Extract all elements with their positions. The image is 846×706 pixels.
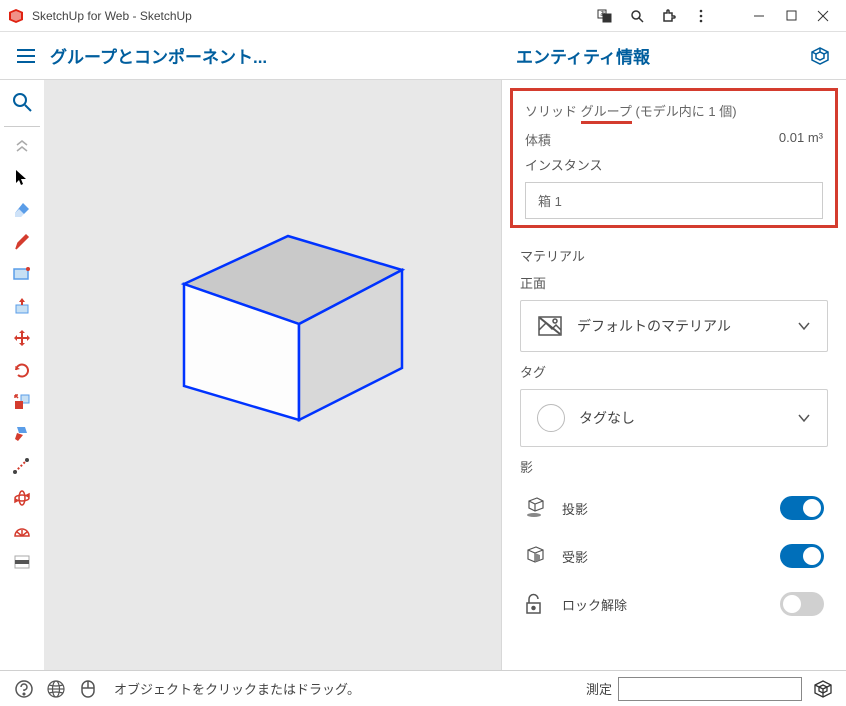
shadow-section-label: 影 <box>520 457 828 476</box>
panel-settings-icon[interactable] <box>808 44 832 68</box>
highlighted-info-box: ソリッド グループ (モデル内に 1 個) 体積 0.01 m³ インスタンス <box>510 88 838 228</box>
statusbar: オブジェクトをクリックまたはドラッグ。 測定 <box>0 670 846 706</box>
rectangle-tool[interactable] <box>6 259 38 289</box>
entity-type-line: ソリッド グループ (モデル内に 1 個) <box>525 101 823 124</box>
help-button[interactable] <box>10 675 38 703</box>
section-tool[interactable] <box>6 547 38 577</box>
orbit-tool[interactable] <box>6 483 38 513</box>
divider <box>4 126 40 127</box>
more-icon[interactable] <box>686 2 716 30</box>
sketchup-logo-icon <box>8 8 24 24</box>
tag-section-label: タグ <box>520 362 828 381</box>
zoom-icon[interactable] <box>622 2 652 30</box>
cast-shadow-icon <box>524 497 550 519</box>
menu-button[interactable] <box>12 42 40 70</box>
panel-header: エンティティ情報 <box>502 32 846 80</box>
material-section-label: マテリアル <box>520 246 828 265</box>
extension-icon[interactable] <box>654 2 684 30</box>
model-box[interactable] <box>164 220 424 430</box>
tool-sidebar <box>0 80 44 670</box>
eraser-tool[interactable] <box>6 195 38 225</box>
cast-shadow-toggle[interactable] <box>780 496 824 520</box>
window-title: SketchUp for Web - SketchUp <box>32 9 590 23</box>
material-value: デフォルトのマテリアル <box>577 316 797 336</box>
cast-shadow-row: 投影 <box>520 484 828 532</box>
maximize-button[interactable] <box>776 2 806 30</box>
language-button[interactable] <box>42 675 70 703</box>
volume-line: 体積 0.01 m³ <box>525 130 823 149</box>
measure-label: 測定 <box>586 679 612 698</box>
statusbar-message: オブジェクトをクリックまたはドラッグ。 <box>114 679 586 698</box>
tag-value: タグなし <box>579 408 797 428</box>
lock-row: ロック解除 <box>520 580 828 628</box>
svg-text:あ: あ <box>600 11 606 18</box>
window-titlebar: SketchUp for Web - SketchUp あ <box>0 0 846 32</box>
panel-title: エンティティ情報 <box>516 43 808 68</box>
tag-dropdown[interactable]: タグなし <box>520 389 828 447</box>
chevron-down-icon <box>797 413 811 423</box>
lock-label: ロック解除 <box>562 595 780 614</box>
lock-toggle[interactable] <box>780 592 824 616</box>
translate-icon[interactable]: あ <box>590 2 620 30</box>
material-icon <box>537 315 563 337</box>
close-button[interactable] <box>808 2 838 30</box>
chevron-down-icon <box>797 321 811 331</box>
pencil-tool[interactable] <box>6 227 38 257</box>
receive-shadow-row: 受影 <box>520 532 828 580</box>
search-tool[interactable] <box>4 84 40 120</box>
volume-value: 0.01 m³ <box>779 130 823 149</box>
pushpull-tool[interactable] <box>6 291 38 321</box>
material-dropdown[interactable]: デフォルトのマテリアル <box>520 300 828 352</box>
expand-tool[interactable] <box>6 131 38 161</box>
rotate-tool[interactable] <box>6 355 38 385</box>
sketchup-corner-icon[interactable] <box>812 678 836 700</box>
cast-shadow-label: 投影 <box>562 499 780 518</box>
select-tool[interactable] <box>6 163 38 193</box>
scale-tool[interactable] <box>6 387 38 417</box>
unlock-icon <box>524 593 550 615</box>
instance-name-input[interactable] <box>525 182 823 219</box>
move-tool[interactable] <box>6 323 38 353</box>
front-label: 正面 <box>520 273 828 292</box>
receive-shadow-icon <box>524 545 550 567</box>
paint-tool[interactable] <box>6 419 38 449</box>
protractor-tool[interactable] <box>6 515 38 545</box>
tag-color-icon <box>537 404 565 432</box>
volume-label: 体積 <box>525 130 779 149</box>
tape-tool[interactable] <box>6 451 38 481</box>
minimize-button[interactable] <box>744 2 774 30</box>
entity-info-panel: エンティティ情報 ソリッド グループ (モデル内に 1 個) 体積 0.01 m… <box>501 80 846 670</box>
mouse-button[interactable] <box>74 675 102 703</box>
receive-shadow-label: 受影 <box>562 547 780 566</box>
measurement-input[interactable] <box>618 677 802 701</box>
viewport-canvas[interactable] <box>44 80 501 670</box>
receive-shadow-toggle[interactable] <box>780 544 824 568</box>
instance-label: インスタンス <box>525 155 823 174</box>
